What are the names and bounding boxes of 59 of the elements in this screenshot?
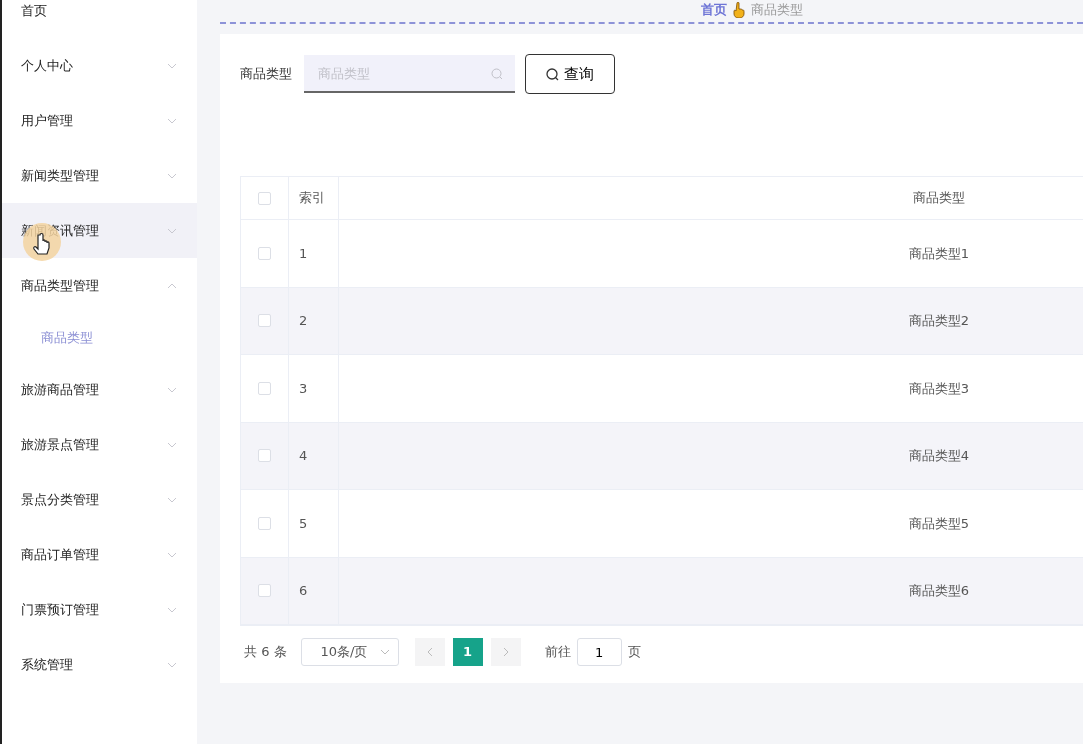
checkbox[interactable]: [258, 381, 271, 395]
table-cell-text: 商品类型4: [908, 447, 970, 465]
page-unit-label: 页: [627, 643, 641, 662]
table-cell-text: 1: [299, 244, 308, 263]
chevron-left-icon: [426, 647, 433, 657]
column-header: 商品类型: [913, 189, 965, 208]
checkbox[interactable]: [258, 314, 271, 328]
sidebar-item[interactable]: 商品类型管理: [2, 258, 197, 313]
column-header: 索引: [299, 189, 325, 208]
sidebar-item[interactable]: 用户管理: [2, 93, 197, 148]
chevron-down-icon: [167, 441, 177, 448]
sidebar-item[interactable]: 系统管理: [2, 637, 197, 692]
search-button[interactable]: 查询: [525, 54, 615, 94]
chevron-down-icon: [167, 606, 177, 613]
breadcrumb-item[interactable]: 首页: [700, 0, 727, 20]
sidebar-item[interactable]: 个人中心: [2, 38, 197, 93]
table-cell-text: 4: [299, 447, 308, 465]
table-cell-text: 商品类型3: [908, 379, 970, 398]
sidebar-item[interactable]: 新闻类型管理: [2, 148, 197, 203]
sidebar-item[interactable]: 首页: [2, 0, 197, 38]
chevron-down-icon: [167, 62, 177, 69]
table-cell-text: 5: [299, 514, 308, 533]
sidebar-item[interactable]: 门票预订管理: [2, 582, 197, 637]
chevron-up-icon: [167, 282, 177, 289]
sidebar-item[interactable]: 景点分类管理: [2, 472, 197, 527]
next-page-button[interactable]: [490, 638, 521, 666]
breadcrumb-item: 商品类型: [750, 1, 803, 20]
goto-label: 前往: [544, 643, 571, 662]
chevron-down-icon: [167, 386, 177, 393]
checkbox[interactable]: [258, 246, 271, 260]
previous-page-button[interactable]: [414, 638, 445, 666]
table-cell-text: 3: [299, 379, 308, 398]
checkbox[interactable]: [258, 191, 271, 205]
table-cell-text: 商品类型1: [908, 244, 970, 263]
chevron-down-icon: [379, 649, 390, 655]
sidebar-item[interactable]: 旅游景点管理: [2, 417, 197, 472]
table-cell-text: 商品类型5: [908, 514, 970, 533]
search-icon: [491, 68, 503, 80]
checkbox[interactable]: [258, 516, 271, 530]
chevron-down-icon: [167, 496, 177, 503]
table-cell-text: 6: [299, 582, 308, 600]
chevron-down-icon: [167, 551, 177, 558]
chevron-down-icon: [167, 117, 177, 124]
page-input[interactable]: 1: [576, 638, 622, 666]
sidebar-item[interactable]: 商品订单管理: [2, 527, 197, 582]
hand-icon: [732, 2, 745, 18]
table-cell-text: 2: [299, 312, 308, 330]
search-icon: [546, 67, 559, 81]
page-size-select[interactable]: 10条/页: [300, 638, 399, 666]
chevron-right-icon: [502, 647, 509, 657]
sidebar-item[interactable]: 旅游商品管理: [2, 362, 197, 417]
table-cell-text: 商品类型6: [908, 582, 970, 600]
total-count: 共 6 条: [244, 643, 287, 662]
chevron-down-icon: [167, 172, 177, 179]
chevron-down-icon: [167, 661, 177, 668]
checkbox[interactable]: [258, 584, 271, 598]
checkbox[interactable]: [258, 449, 271, 463]
field-label: 商品类型: [240, 65, 292, 84]
table-cell-text: 商品类型2: [908, 312, 970, 330]
